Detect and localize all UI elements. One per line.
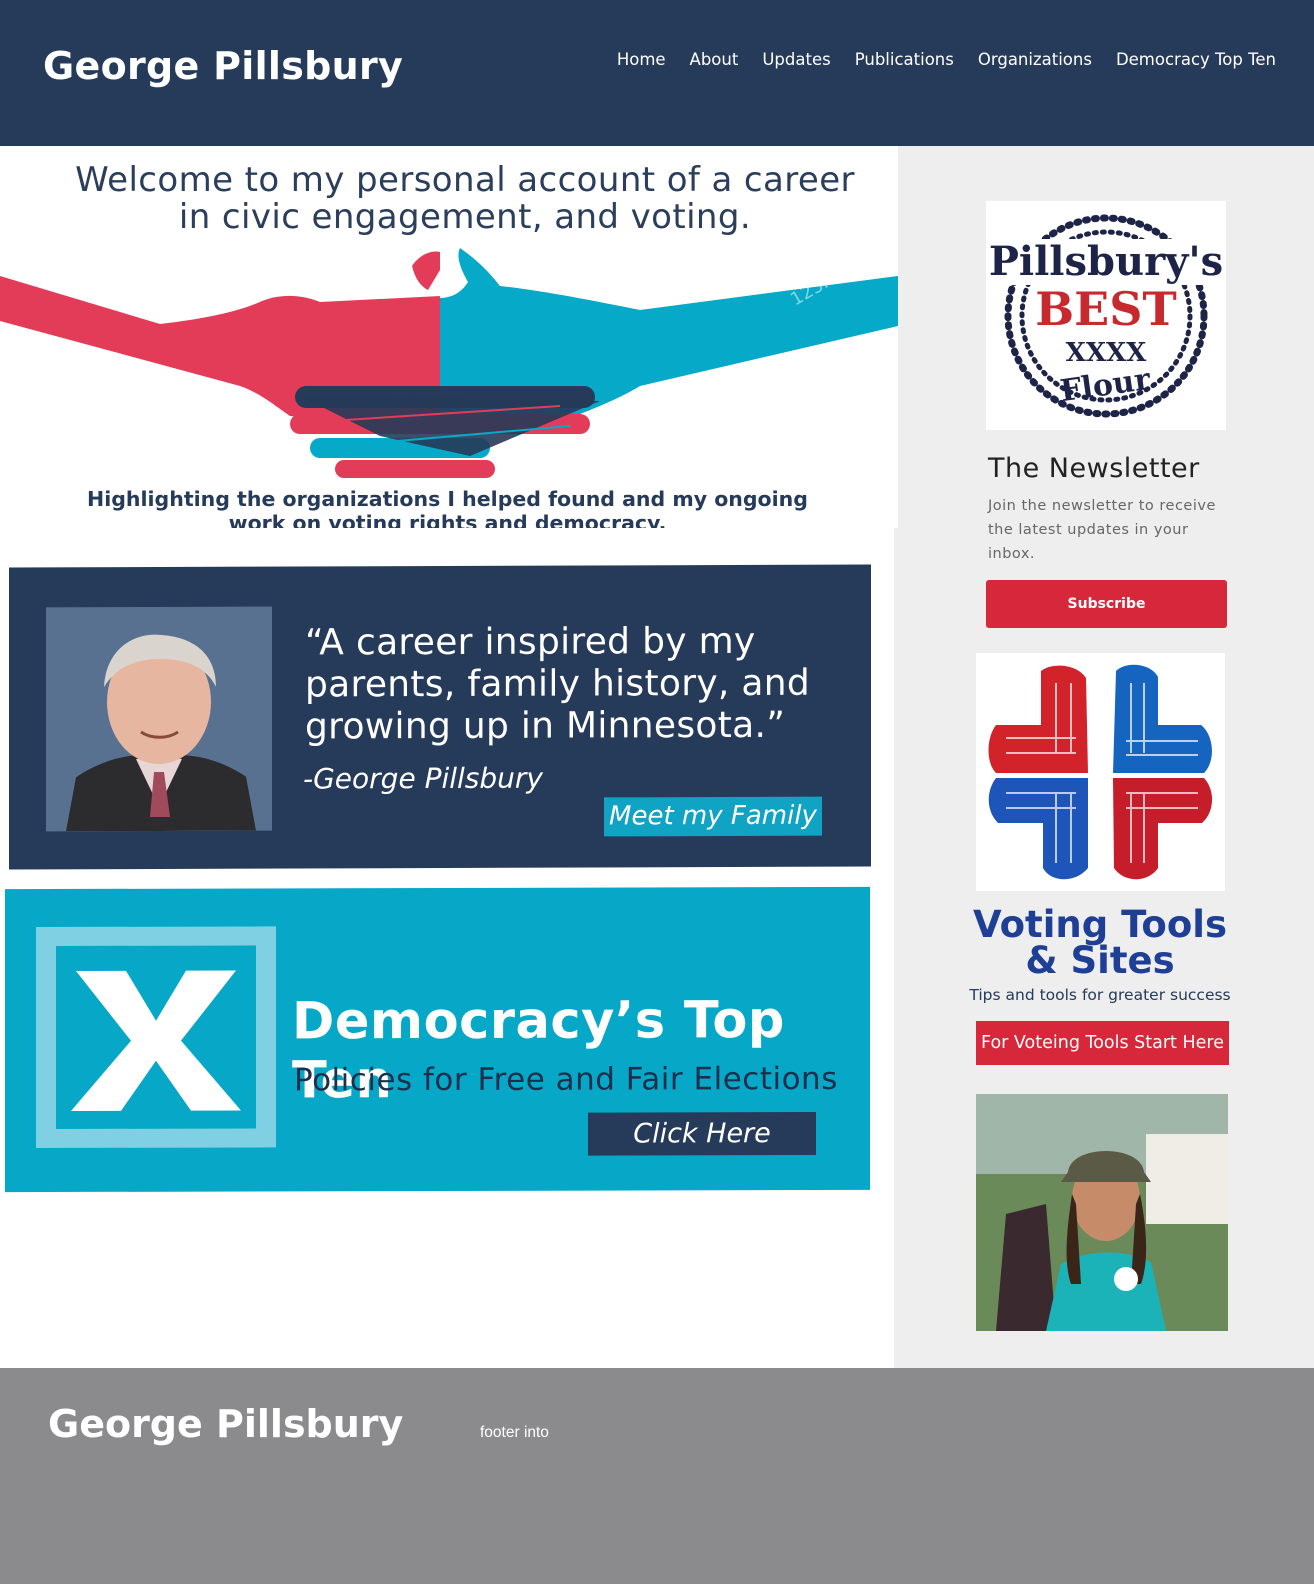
pillsbury-flour-logo[interactable]: Pillsbury's BEST XXXX Flour [986,201,1226,430]
footer-info: footer into [480,1424,549,1441]
teal-shirt [1046,1252,1166,1331]
voting-tools-title: Voting Tools & Sites [960,903,1240,982]
quote-text: “A career inspired by my parents, family… [305,621,825,749]
quote-banner: “A career inspired by my parents, family… [9,564,871,870]
hero-title: Welcome to my personal account of a care… [0,162,898,236]
main-nav: Home About Updates Publications Organiza… [617,50,1276,69]
hero-subtitle-line: work on voting rights and democracy. [228,511,667,528]
hero-title-line: Welcome to my personal account of a care… [75,160,855,200]
quote-line: parents, family history, and [305,662,811,706]
newsletter-title: The Newsletter [988,453,1200,484]
nav-home[interactable]: Home [617,50,666,69]
democracy-top-ten-banner[interactable]: Democracy’s Top Ten Policies for Free an… [5,886,870,1193]
voting-tools-title-line: & Sites [1025,939,1175,982]
voting-tools-subtitle: Tips and tools for greater success [969,986,1231,1004]
hero-subtitle-line: Highlighting the organizations I helped … [87,487,808,511]
logo-line4: Flour [1058,362,1153,409]
voting-tools-title-line: Voting Tools [973,903,1227,946]
nav-about[interactable]: About [690,50,739,69]
quote-author: -George Pillsbury [303,761,543,796]
sign [1146,1134,1228,1224]
ballot-x-inner [56,945,256,1129]
volunteer-photo [976,1094,1228,1331]
meet-my-family-button[interactable]: Meet my Family [604,796,822,837]
blue-hand [1113,664,1212,773]
nav-publications[interactable]: Publications [855,50,954,69]
click-here-button[interactable]: Click Here [588,1112,816,1156]
democracy-subtitle: Policies for Free and Fair Elections [294,1060,838,1099]
finger [335,460,495,478]
voting-tools-button[interactable]: For Voteing Tools Start Here [976,1021,1229,1065]
quote-line: “A career inspired by my [305,620,756,664]
hero-title-line: in civic engagement, and voting. [178,197,752,237]
subscribe-button[interactable]: Subscribe [986,580,1227,628]
logo-line2: BEST [1035,282,1176,336]
handshake-illustration: 123RF 123RF [0,248,898,478]
button-badge [1114,1267,1138,1291]
ballot-x-icon [36,926,276,1149]
quote-line: growing up in Minnesota.” [305,704,786,748]
footer-title: George Pillsbury [48,1402,404,1446]
newsletter-text: Join the newsletter to receive the lates… [988,498,1216,562]
nav-updates[interactable]: Updates [762,50,830,69]
hero-banner: 123RF 123RF Welcome to my personal accou… [0,146,898,528]
logo-line1: Pillsbury's [989,238,1223,285]
x-mark [71,970,241,1111]
hero-subtitle: Highlighting the organizations I helped … [0,487,895,528]
red-hand [988,665,1088,773]
site-title[interactable]: George Pillsbury [43,44,403,88]
portrait-photo [46,606,272,832]
site-footer: George Pillsbury footer into [0,1368,1314,1584]
nav-democracy-top-ten[interactable]: Democracy Top Ten [1116,50,1276,69]
voting-hands-logo[interactable] [976,653,1225,891]
nav-organizations[interactable]: Organizations [978,50,1092,69]
site-header: George Pillsbury Home About Updates Publ… [0,0,1314,146]
